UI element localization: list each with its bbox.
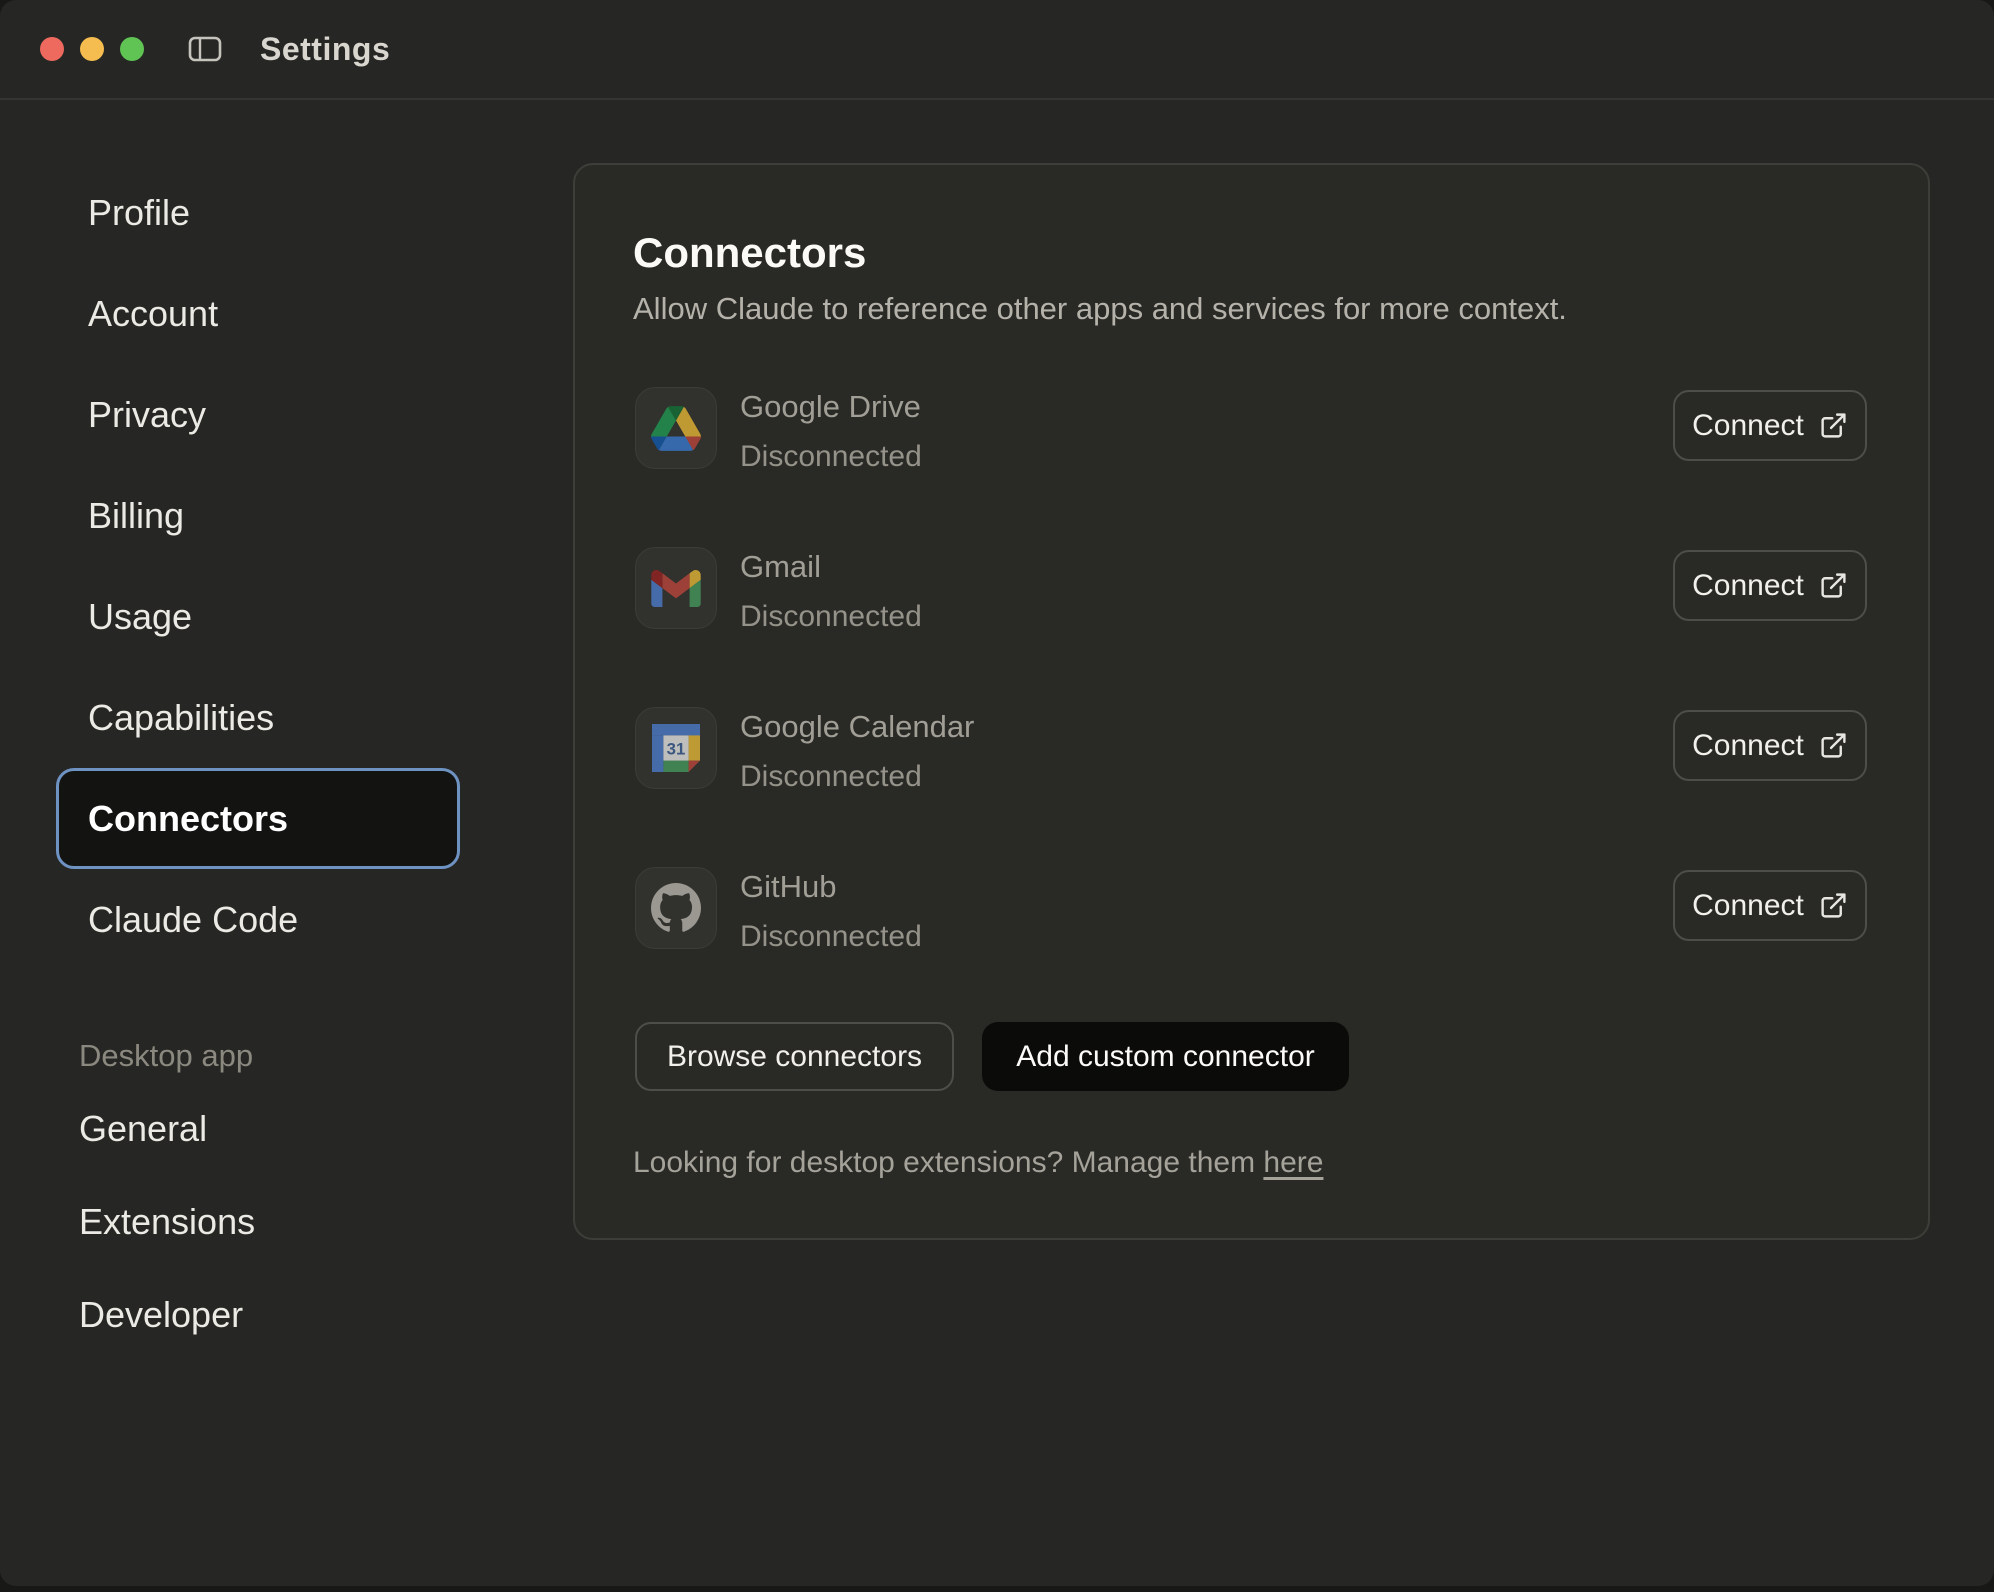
connector-row-github: GitHub Disconnected Connect [635,867,1867,949]
external-link-icon [1819,571,1848,600]
connector-name: Gmail [740,549,821,585]
connector-status: Disconnected [740,440,922,474]
github-icon [635,867,717,949]
connector-row-gmail: Gmail Disconnected Connect [635,547,1867,629]
connector-actions: Browse connectors Add custom connector [635,1022,1349,1091]
add-custom-connector-button[interactable]: Add custom connector [982,1022,1349,1091]
connect-button-label: Connect [1692,729,1804,763]
external-link-icon [1819,891,1848,920]
sidebar-item-usage[interactable]: Usage [56,566,460,667]
connect-button-github[interactable]: Connect [1673,870,1867,941]
google-drive-icon [635,387,717,469]
connector-row-google-drive: Google Drive Disconnected Connect [635,387,1867,469]
sidebar-item-capabilities[interactable]: Capabilities [56,667,460,768]
connect-button-google-drive[interactable]: Connect [1673,390,1867,461]
connector-status: Disconnected [740,600,922,634]
sidebar-toggle-icon[interactable] [188,36,222,62]
settings-sidebar: Profile Account Privacy Billing Usage Ca… [56,162,460,1361]
connector-name: Google Calendar [740,709,974,745]
note-text: Looking for desktop extensions? Manage t… [633,1146,1263,1179]
external-link-icon [1819,731,1848,760]
connect-button-google-calendar[interactable]: Connect [1673,710,1867,781]
sidebar-item-developer[interactable]: Developer [56,1268,460,1361]
window-controls [40,37,144,61]
desktop-extensions-note: Looking for desktop extensions? Manage t… [633,1146,1323,1180]
external-link-icon [1819,411,1848,440]
sidebar-item-connectors[interactable]: Connectors [56,768,460,869]
connect-button-gmail[interactable]: Connect [1673,550,1867,621]
settings-window: Settings Profile Account Privacy Billing… [0,0,1994,1586]
sidebar-item-billing[interactable]: Billing [56,465,460,566]
connector-name: Google Drive [740,389,921,425]
minimize-icon[interactable] [80,37,104,61]
gmail-icon [635,547,717,629]
connect-button-label: Connect [1692,889,1804,923]
connector-status: Disconnected [740,760,922,794]
sidebar-item-privacy[interactable]: Privacy [56,364,460,465]
connect-button-label: Connect [1692,409,1804,443]
page-description: Allow Claude to reference other apps and… [633,291,1567,327]
connector-status: Disconnected [740,920,922,954]
connector-row-google-calendar: 31 Google Calendar Disconnected Connect [635,707,1867,789]
sidebar-section-desktop-app: Desktop app [56,1030,460,1082]
calendar-day-label: 31 [667,740,686,759]
sidebar-item-extensions[interactable]: Extensions [56,1175,460,1268]
sidebar-item-general[interactable]: General [56,1082,460,1175]
sidebar-item-claude-code[interactable]: Claude Code [56,869,460,970]
google-calendar-icon: 31 [635,707,717,789]
browse-connectors-button[interactable]: Browse connectors [635,1022,954,1091]
zoom-icon[interactable] [120,37,144,61]
manage-extensions-link[interactable]: here [1263,1146,1323,1179]
window-title: Settings [260,31,390,68]
sidebar-item-account[interactable]: Account [56,263,460,364]
connectors-panel: Connectors Allow Claude to reference oth… [573,163,1930,1240]
titlebar: Settings [0,0,1994,100]
page-title: Connectors [633,229,866,277]
connect-button-label: Connect [1692,569,1804,603]
close-icon[interactable] [40,37,64,61]
connector-name: GitHub [740,869,836,905]
sidebar-item-profile[interactable]: Profile [56,162,460,263]
